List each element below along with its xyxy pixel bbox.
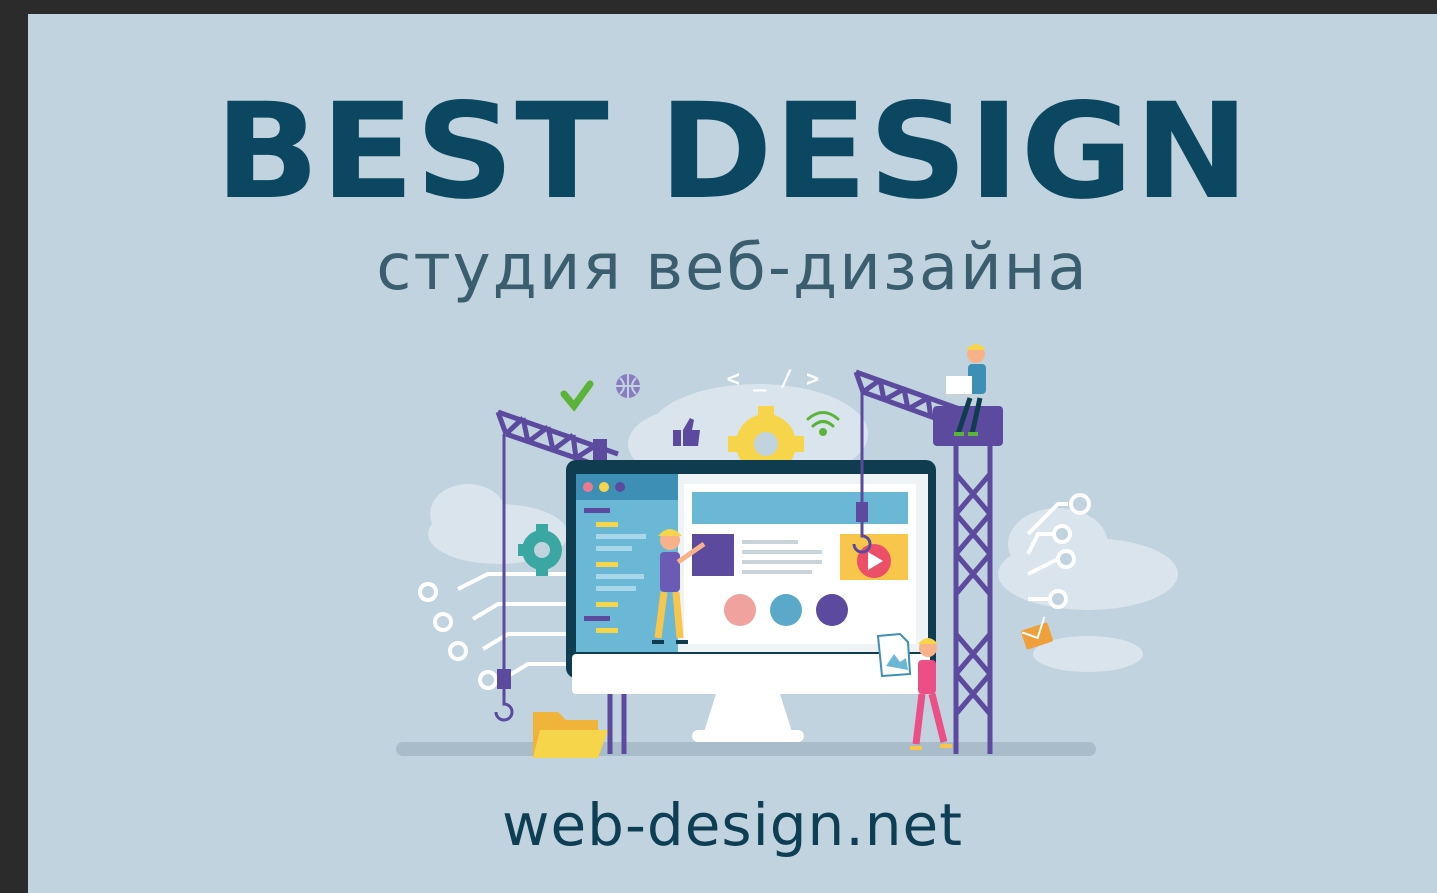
crane-left-hook-block (497, 669, 511, 689)
check-icon (560, 380, 594, 412)
page-pane (684, 484, 916, 644)
image-file-icon (876, 632, 912, 678)
color-dot-teal (770, 594, 802, 626)
color-dot-pink (724, 594, 756, 626)
crane-right-hook-block (856, 502, 868, 522)
globe-icon (616, 374, 640, 398)
crane-right-cab (933, 406, 1003, 446)
web-construction-illustration: < _ / > (396, 344, 1178, 758)
website-domain[interactable]: web-design.net (28, 796, 1437, 854)
banner: BEST DESIGN студия веб-дизайна < _ / > w… (28, 14, 1437, 893)
folder-icon (533, 712, 608, 758)
code-tag: < _ / > (727, 367, 820, 392)
color-dot-purple (816, 594, 848, 626)
cloud-right (998, 508, 1178, 672)
play-icon (857, 544, 891, 578)
crane-left-hook (494, 689, 514, 722)
